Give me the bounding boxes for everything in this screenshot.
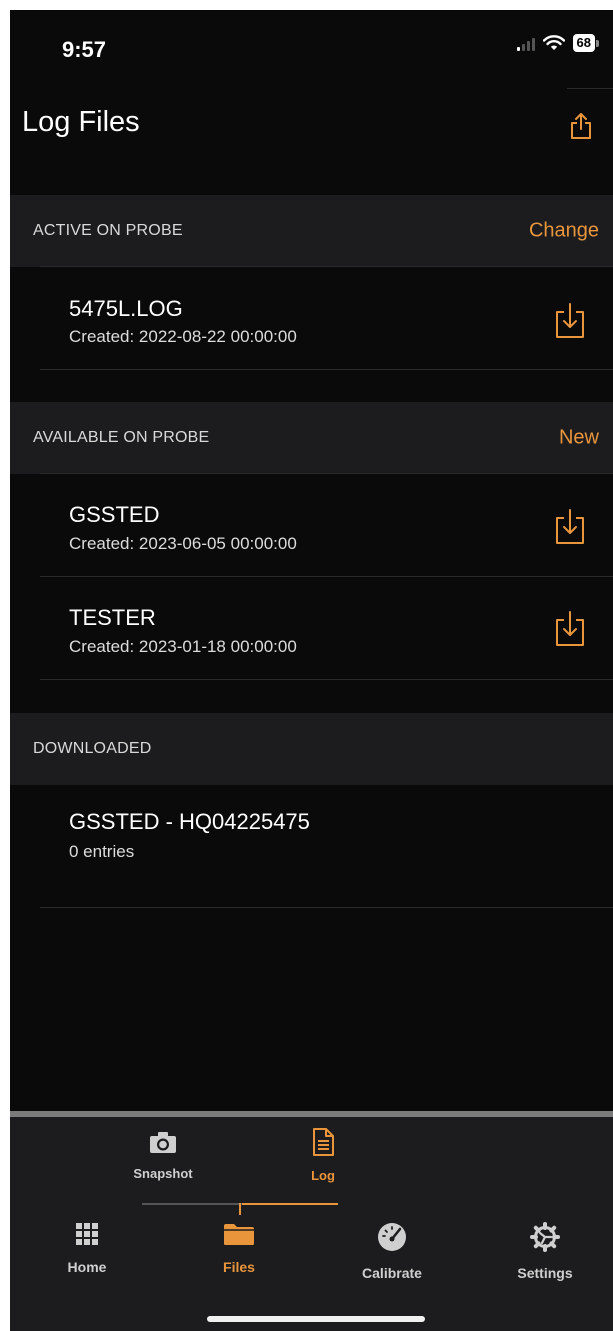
wifi-icon bbox=[542, 35, 565, 50]
section-header-available: AVAILABLE ON PROBE New bbox=[10, 402, 613, 474]
document-icon bbox=[313, 1128, 334, 1156]
subtab-label: Log bbox=[311, 1168, 335, 1183]
home-indicator[interactable] bbox=[207, 1316, 425, 1322]
phone-screen: 9:57 68 Log Files ACTIVE ON PROBE Change… bbox=[10, 10, 613, 1331]
tab-settings[interactable]: Settings bbox=[490, 1222, 600, 1281]
file-created: Created: 2022-08-22 00:00:00 bbox=[69, 327, 297, 346]
camera-icon bbox=[150, 1132, 176, 1153]
battery-icon: 68 bbox=[572, 34, 599, 52]
section-header-active: ACTIVE ON PROBE Change bbox=[10, 195, 613, 267]
page-title: Log Files bbox=[22, 106, 140, 138]
share-icon[interactable] bbox=[569, 112, 593, 140]
list-item[interactable]: GSSTED Created: 2023-06-05 00:00:00 bbox=[10, 474, 613, 576]
tab-label: Files bbox=[223, 1259, 255, 1275]
subtab-log[interactable]: Log bbox=[278, 1127, 368, 1183]
grid-icon bbox=[76, 1223, 98, 1245]
file-created: Created: 2023-06-05 00:00:00 bbox=[69, 534, 297, 553]
tab-label: Calibrate bbox=[362, 1265, 422, 1281]
tab-calibrate[interactable]: Calibrate bbox=[337, 1222, 447, 1281]
file-name: GSSTED - HQ04225475 bbox=[69, 809, 310, 834]
download-icon[interactable] bbox=[554, 302, 586, 340]
tab-label: Settings bbox=[517, 1265, 573, 1281]
download-icon[interactable] bbox=[554, 508, 586, 546]
cellular-signal-icon bbox=[516, 35, 535, 51]
list-item[interactable]: GSSTED - HQ04225475 0 entries bbox=[10, 785, 613, 907]
file-name: TESTER bbox=[69, 605, 156, 630]
subtab-snapshot[interactable]: Snapshot bbox=[118, 1131, 208, 1181]
gear-icon bbox=[530, 1222, 560, 1252]
list-item[interactable]: TESTER Created: 2023-01-18 00:00:00 bbox=[10, 577, 613, 679]
gauge-icon bbox=[378, 1223, 406, 1251]
list-item[interactable]: 5475L.LOG Created: 2022-08-22 00:00:00 bbox=[10, 267, 613, 369]
section-label: DOWNLOADED bbox=[33, 740, 152, 757]
section-header-downloaded: DOWNLOADED bbox=[10, 713, 613, 785]
file-name: 5475L.LOG bbox=[69, 296, 183, 321]
file-name: GSSTED bbox=[69, 502, 160, 527]
change-button[interactable]: Change bbox=[529, 220, 599, 243]
folder-icon bbox=[224, 1224, 254, 1245]
section-label: AVAILABLE ON PROBE bbox=[33, 429, 210, 446]
tab-home[interactable]: Home bbox=[32, 1222, 142, 1275]
status-time: 9:57 bbox=[62, 37, 107, 62]
download-icon[interactable] bbox=[554, 610, 586, 648]
tab-label: Home bbox=[67, 1259, 107, 1275]
subtab-active-indicator bbox=[242, 1203, 338, 1205]
new-button[interactable]: New bbox=[559, 427, 599, 450]
section-label: ACTIVE ON PROBE bbox=[33, 222, 183, 239]
status-indicators: 68 bbox=[516, 34, 599, 52]
header-divider bbox=[567, 88, 613, 89]
battery-level: 68 bbox=[572, 34, 595, 52]
subtab-label: Snapshot bbox=[133, 1166, 193, 1181]
entry-count: 0 entries bbox=[69, 842, 135, 861]
file-created: Created: 2023-01-18 00:00:00 bbox=[69, 637, 297, 656]
tab-files[interactable]: Files bbox=[184, 1222, 294, 1275]
